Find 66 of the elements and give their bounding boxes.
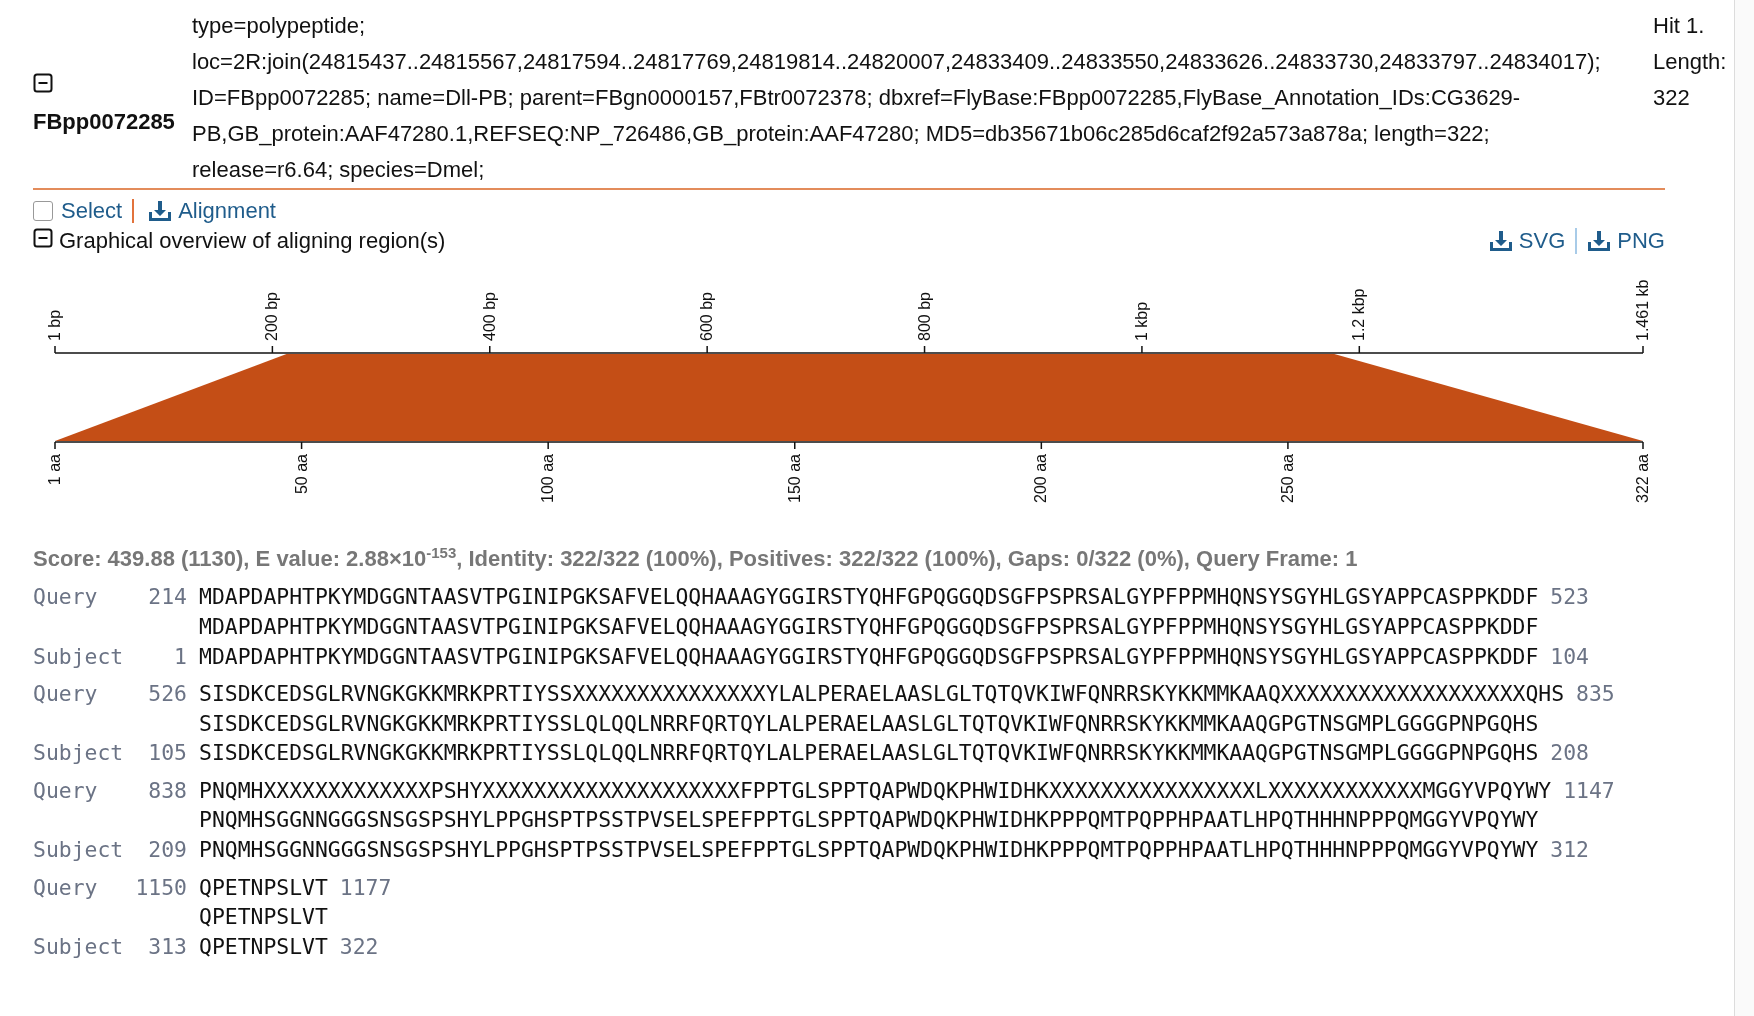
position-number: 526 [147,680,187,709]
subject-sequence: MDAPDAPHTPKYMDGGNTAASVTPGINIPGKSAFVELQQHAAAGYGGIRSTYQHFGPQGGQDSGFPSPRSALGYPFPPMHQNSYSGYHLGSYAPPCASPPKDDF [199,642,1539,671]
axis-label: 250 aa [1278,454,1296,503]
axis-label: 800 bp [915,292,933,341]
position-number: 838 [147,776,187,805]
position-number: 313 [147,932,187,961]
position-number: 209 [147,836,187,865]
position-number: 523 [1550,583,1589,612]
hit-description: type=polypeptide; loc=2R:join(24815437..24815567,24817594..24817769,24819814..24820007,24833409..24833550,24833626..24833730,24833797..24834017); ID=FBpp0072285; name=Dll-PB; parent=FBgn0000157,FBtr0072378; dbxref=FlyBase:FBpp0072285,FlyBase_Annotation_IDs:CG3629- PB,GB_protein:AAF47280.1,REFSEQ:NP_726486,GB_protein:AAF47280; MD5=db35671b06c285d6caf2f92a573a878a; length=322; release=r6.64; species=Dmel; [192,12,1602,184]
position-number: 214 [147,583,187,612]
match-line: PNQMHSGGNNGGGSNSGSPSHYLPPGHSPTPSSTPVSELSPEFPPTGLSPPTQAPWDQKPHWIDHKPPPQMTPQPPHPAATLHPQTHHHNPPPQMGGYVPQYWY [199,806,1539,835]
axis-label: 100 aa [539,454,557,503]
match-line: SISDKCEDSGLRVNGKGKKMRKPRTIYSSLQLQQLNRRFQRTQYLALPERAELAASLGLTQTQVKIWFQNRRSKYKKMMKAAQGPGTNSGMPLGGGGPNPGQHS [199,709,1539,738]
position-number: 104 [1550,642,1589,671]
position-number: 312 [1550,836,1589,865]
hit-id: FBpp0072285 [33,109,176,135]
row-label: Subject [33,739,121,768]
axis-label: 150 aa [785,454,803,503]
score-summary: Score: 439.88 (1130), E value: 2.88×10$^{-153}$, Identity: 322/322 (100%), Positives: 322/322 (100%), Gaps: 0/322 (0%), Query Frame: 1 [33,544,1359,573]
row-label: Subject [33,836,121,865]
position-number: 105 [147,739,187,768]
position-number: 322 [339,932,379,961]
row-label: Query [33,680,99,709]
position-number: 835 [1576,680,1615,709]
axis-label: 1 kbp [1132,301,1150,341]
query-sequence: PNQMHXXXXXXXXXXXXXPSHYXXXXXXXXXXXXXXXXXXXXFPPTGLSPPTQAPWDQKPHWIDHKXXXXXXXXXXXXXXXXLXXXXXXXXXXXXMGGYVPQYWY [199,776,1552,805]
query-sequence: SISDKCEDSGLRVNGKGKKMRKPRTIYSSXXXXXXXXXXXXXXXYLALPERAELAASLGLTQTQVKIWFQNRRSKYKKMMKAAQXXXXXXXXXXXXXXXXXXXQHS [199,680,1565,709]
axis-label: 1 aa [46,454,63,486]
section-title: Graphical overview of aligning region(s) [59,228,446,254]
match-line: MDAPDAPHTPKYMDGGNTAASVTPGINIPGKSAFVELQQHAAAGYGGIRSTYQHFGPQGGQDSGFPSPRSALGYPFPPMHQNSYSGYHLGSYAPPCASPPKDDF [199,612,1539,641]
download-icon [1587,230,1612,252]
position-number: 1177 [339,873,392,902]
query-sequence: QPETNPSLVT [199,873,328,902]
download-icon [148,200,173,222]
position-number: 1 [173,642,187,671]
position-number: 1147 [1563,776,1615,805]
row-label: Subject [33,932,121,961]
download-link[interactable]: PNG [1587,228,1665,254]
axis-label: 50 aa [292,454,310,495]
axis-label: 600 bp [698,292,716,341]
download-link[interactable]: SVG [1488,228,1566,254]
axis-label: 1.461 kb [1634,279,1651,341]
download-icon [1488,230,1513,252]
match-line: QPETNPSLVT [199,903,328,932]
axis-label: 322 aa [1634,454,1651,503]
axis-label: 400 bp [480,292,498,341]
select-checkbox[interactable] [33,201,53,221]
subject-sequence: SISDKCEDSGLRVNGKGKKMRKPRTIYSSLQLQQLNRRFQRTQYLALPERAELAASLGLTQTQVKIWFQNRRSKYKKMMKAAQGPGTNSGMPLGGGGPNPGQHS [199,739,1539,768]
position-number: 1150 [134,873,187,902]
select-link[interactable]: Select [61,198,123,224]
collapse-icon[interactable] [33,228,53,248]
hit-length: Hit 1. Length: 322 [1653,12,1727,112]
axis-label: 1 bp [46,309,63,341]
row-label: Query [33,873,99,902]
axis-label: 200 aa [1032,454,1050,503]
subject-sequence: PNQMHSGGNNGGGSNSGSPSHYLPPGHSPTPSSTPVSELSPEFPPTGLSPPTQAPWDQKPHWIDHKPPPQMTPQPPHPAATLHPQTHHHNPPPQMGGYVPQYWY [199,836,1539,865]
query-sequence: MDAPDAPHTPKYMDGGNTAASVTPGINIPGKSAFVELQQHAAAGYGGIRSTYQHFGPQGGQDSGFPSPRSALGYPFPPMHQNSYSGYHLGSYAPPCASPPKDDF [199,583,1539,612]
row-label: Query [33,776,99,805]
download-alignment-link[interactable]: Alignment [148,198,276,224]
axis-label: 200 bp [263,292,281,341]
axis-label: 1.2 kbp [1350,288,1368,341]
row-label: Query [33,583,99,612]
subject-sequence: QPETNPSLVT [199,932,328,961]
collapse-icon[interactable] [33,73,53,93]
position-number: 208 [1550,739,1589,768]
row-label: Subject [33,642,121,671]
